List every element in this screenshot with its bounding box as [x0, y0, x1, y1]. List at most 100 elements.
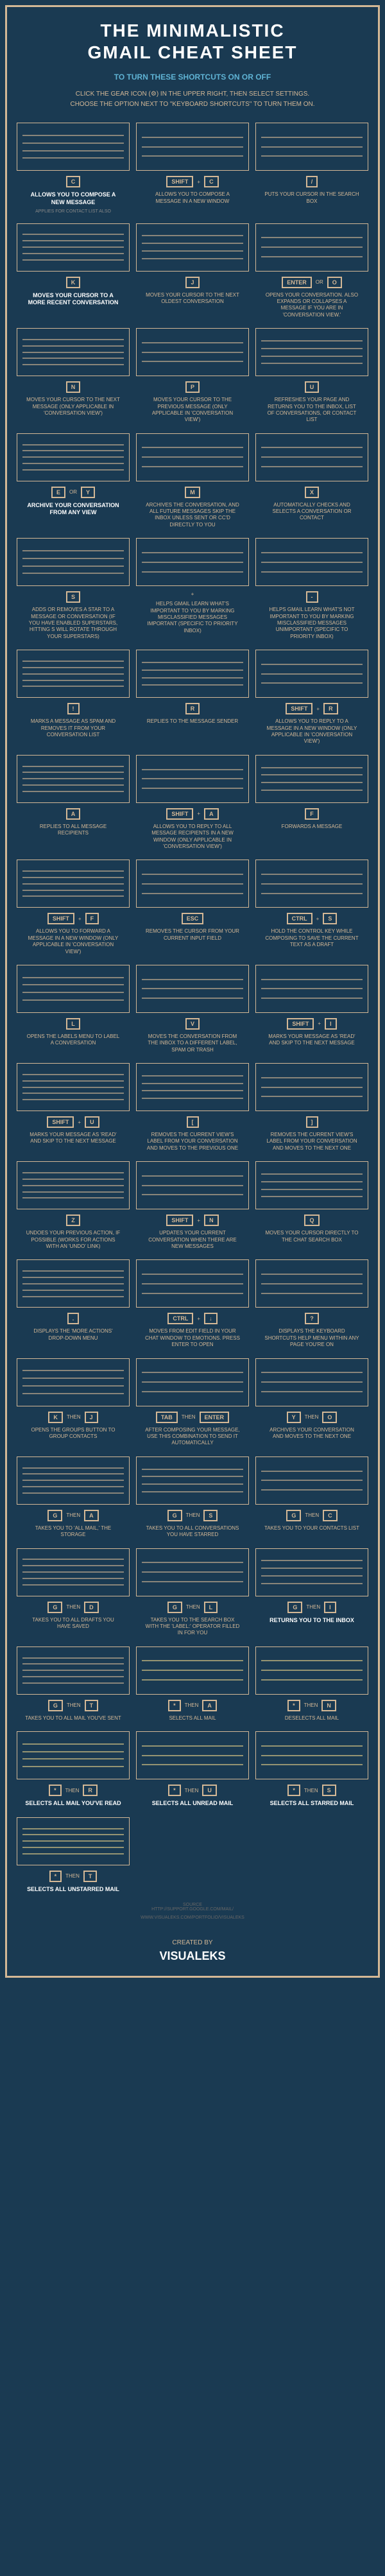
shortcut-cell: F FORWARDS A MESSAGE [255, 755, 368, 851]
key-separator: + [76, 1119, 82, 1125]
shortcut-diagram [17, 1358, 130, 1406]
key-combo: + [190, 591, 196, 597]
keyboard-key: P [185, 381, 200, 393]
shortcut-description: SELECTS ALL MAIL [169, 1715, 216, 1722]
key-separator: THEN [64, 1873, 81, 1879]
keyboard-key: * [49, 1785, 62, 1796]
key-separator: OR [68, 489, 78, 495]
shortcut-cell: *THENTSELECTS ALL UNSTARRED MAIL [17, 1817, 130, 1894]
shortcut-cell: *THENS SELECTS ALL STARRED MAIL [255, 1731, 368, 1808]
key-combo: GTHEND [47, 1602, 98, 1613]
keyboard-key: TAB [156, 1412, 178, 1423]
subtitle: TO TURN THESE SHORTCUTS ON OR OFF [17, 73, 368, 82]
key-combo: *THENA [168, 1700, 217, 1711]
keyboard-key: SHIFT [166, 1215, 193, 1226]
key-separator: THEN [303, 1788, 320, 1794]
shortcut-cell: ]REMOVES THE CURRENT VIEW'S LABEL FROM Y… [255, 1063, 368, 1152]
visual-url: WWW.VISUALEKS.COM/PORTFOLIO/VISUALEKS [17, 1915, 368, 1920]
shortcuts-grid: CALLOWS YOU TO COMPOSE A NEW MESSAGEAPPL… [17, 123, 368, 1893]
keyboard-key: C [204, 176, 219, 187]
shortcut-diagram [255, 123, 368, 171]
shortcut-diagram [136, 755, 249, 803]
keyboard-key: SHIFT [166, 176, 193, 187]
shortcut-diagram [255, 433, 368, 481]
shortcut-cell: UREFRESHES YOUR PAGE AND RETURNS YOU TO … [255, 328, 368, 424]
key-combo: *THENS [287, 1785, 336, 1796]
keyboard-key: / [306, 176, 318, 187]
shortcut-cell: PMOVES YOUR CURSOR TO THE PREVIOUS MESSA… [136, 328, 249, 424]
shortcut-cell: ?DISPLAYS THE KEYBOARD SHORTCUTS HELP ME… [255, 1259, 368, 1348]
shortcut-diagram [136, 1457, 249, 1505]
shortcut-cell: .DISPLAYS THE 'MORE ACTIONS' DROP-DOWN M… [17, 1259, 130, 1348]
key-combo: A [66, 808, 81, 820]
keyboard-key: G [48, 1700, 63, 1711]
shortcut-description: ALLOWS YOU TO COMPOSE A NEW MESSAGE [25, 191, 121, 206]
key-combo: ] [306, 1116, 318, 1128]
shortcut-diagram [17, 1817, 130, 1865]
keyboard-key: Y [81, 487, 95, 498]
keyboard-key: V [185, 1018, 200, 1030]
shortcut-description: HELPS GMAIL LEARN WHAT'S IMPORTANT TO YO… [144, 601, 241, 634]
key-separator: + [196, 1218, 201, 1223]
key-separator: THEN [304, 1512, 320, 1518]
keyboard-key: SHIFT [47, 1116, 74, 1128]
shortcut-description: MOVES YOUR CURSOR DIRECTLY TO THE CHAT S… [264, 1230, 360, 1243]
key-combo: TABTHENENTER [156, 1412, 229, 1423]
keyboard-key: F [305, 808, 319, 820]
shortcut-diagram [17, 755, 130, 803]
keyboard-key: J [185, 277, 199, 288]
keyboard-key: [ [187, 1116, 199, 1128]
key-combo: GTHENA [47, 1510, 98, 1521]
key-combo: U [305, 381, 320, 393]
shortcut-cell: XAUTOMATICALLY CHECKS AND SELECTS A CONV… [255, 433, 368, 529]
key-combo: GTHENS [167, 1510, 218, 1521]
shortcut-diagram [17, 538, 130, 586]
keyboard-key: K [48, 1412, 63, 1423]
key-combo: X [305, 487, 319, 498]
shortcut-cell: CALLOWS YOU TO COMPOSE A NEW MESSAGEAPPL… [17, 123, 130, 213]
shortcut-diagram [136, 1548, 249, 1596]
key-combo: ESC [182, 913, 204, 924]
keyboard-key: G [167, 1510, 182, 1521]
key-combo: S [66, 591, 80, 603]
key-combo: Q [304, 1215, 319, 1226]
keyboard-key: * [287, 1785, 300, 1796]
shortcut-diagram [136, 1259, 249, 1308]
shortcut-description: MARKS YOUR MESSAGE AS 'READ' AND SKIP TO… [25, 1132, 121, 1145]
shortcut-diagram [17, 965, 130, 1013]
shortcut-diagram [255, 1548, 368, 1596]
shortcut-diagram [136, 123, 249, 171]
shortcut-cell: SHIFT+IMARKS YOUR MESSAGE AS 'READ' AND … [255, 965, 368, 1053]
key-separator: THEN [65, 1702, 82, 1708]
key-combo: P [185, 381, 200, 393]
shortcut-cell: GTHENDTAKES YOU TO ALL DRAFTS YOU HAVE S… [17, 1548, 130, 1637]
shortcut-cell: SHIFT+F ALLOWS YOU TO FORWARD A MESSAGE I… [17, 860, 130, 955]
instructions: CLICK THE GEAR ICON (⚙) IN THE UPPER RIG… [17, 89, 368, 110]
key-combo: SHIFT+C [166, 176, 218, 187]
shortcut-diagram [17, 223, 130, 272]
title-line2: GMAIL CHEAT SHEET [88, 42, 298, 62]
shortcut-description: FORWARDS A MESSAGE [282, 824, 343, 830]
keyboard-key: A [202, 1700, 217, 1711]
key-combo: [ [187, 1116, 199, 1128]
shortcut-diagram [17, 328, 130, 376]
shortcut-description: TAKES YOU TO ALL CONVERSATIONS YOU HAVE … [144, 1525, 241, 1539]
shortcut-description: SELECTS ALL STARRED MAIL [270, 1800, 354, 1808]
key-combo: KTHENJ [48, 1412, 98, 1423]
keyboard-key: E [51, 487, 65, 498]
shortcut-description: UPDATES YOUR CURRENT CONVERSATION WHEN T… [144, 1230, 241, 1250]
shortcut-diagram [255, 1457, 368, 1505]
shortcut-description: REMOVES THE CURSOR FROM YOUR CURRENT INP… [144, 928, 241, 942]
key-separator: + [196, 179, 201, 185]
key-combo: SHIFT+F [47, 913, 99, 924]
keyboard-key: SHIFT [47, 913, 74, 924]
shortcut-diagram [17, 1731, 130, 1779]
shortcut-cell: GTHENATAKES YOU TO 'ALL MAIL,' THE STORA… [17, 1457, 130, 1539]
shortcut-description: ALLOWS YOU TO FORWARD A MESSAGE IN A NEW… [25, 928, 121, 955]
shortcut-diagram [136, 1731, 249, 1779]
shortcut-description: OPENS YOUR CONVERSATION. ALSO EXPANDS OR… [264, 292, 360, 319]
key-combo: ? [305, 1313, 319, 1324]
shortcut-cell: NMOVES YOUR CURSOR TO THE NEXT MESSAGE (… [17, 328, 130, 424]
keyboard-key: R [185, 703, 200, 714]
key-separator: THEN [180, 1414, 197, 1420]
